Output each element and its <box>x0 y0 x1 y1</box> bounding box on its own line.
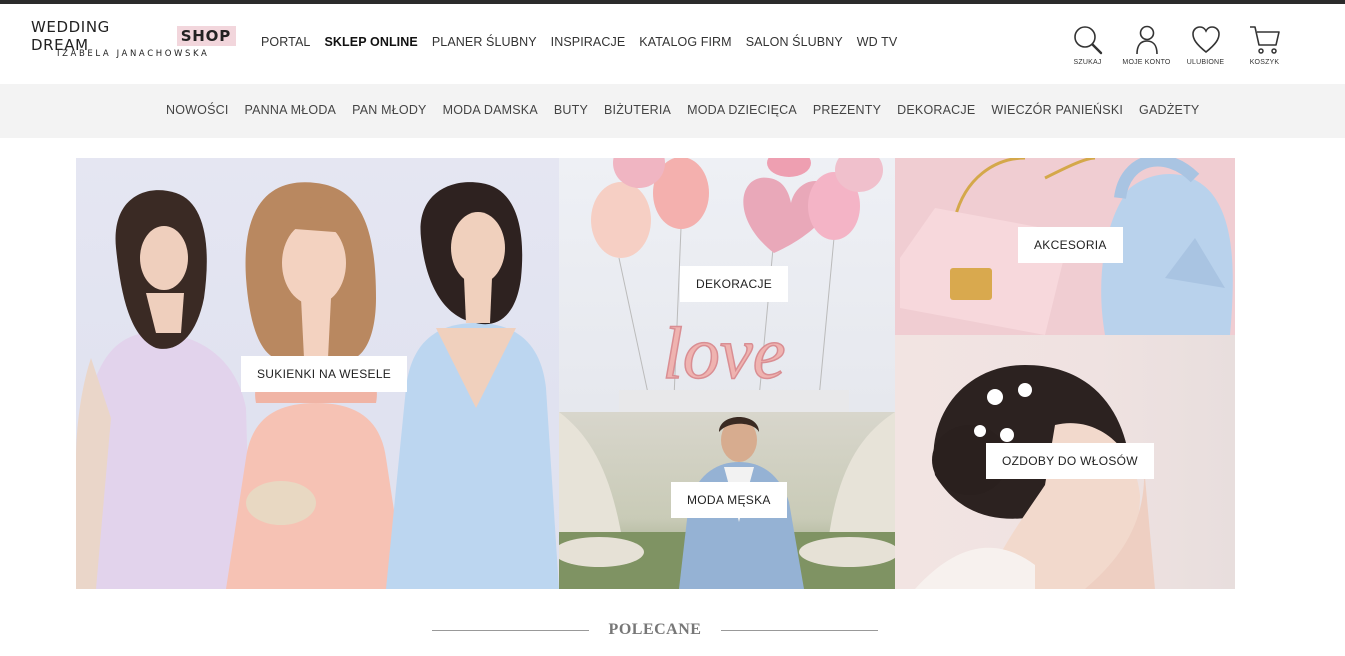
main-nav-katalog-firm[interactable]: KATALOG FIRM <box>639 35 731 49</box>
main-nav-wd-tv[interactable]: WD TV <box>857 35 898 49</box>
love-balloon-text: love <box>662 313 785 395</box>
main-nav-inspiracje[interactable]: INSPIRACJE <box>551 35 626 49</box>
category-wieczor-panienski[interactable]: WIECZÓR PANIEŃSKI <box>991 103 1123 117</box>
banner-ozdoby-label: OZDOBY DO WŁOSÓW <box>986 443 1154 479</box>
main-nav: PORTAL SKLEP ONLINE PLANER ŚLUBNY INSPIR… <box>261 35 911 49</box>
main-nav-portal[interactable]: PORTAL <box>261 35 310 49</box>
section-heading-polecane: POLECANE <box>432 620 878 640</box>
user-icon <box>1135 25 1158 55</box>
category-moda-dziecieca[interactable]: MODA DZIECIĘCA <box>687 103 797 117</box>
account-button[interactable]: MOJE KONTO <box>1119 24 1174 66</box>
banner-sukienki-label: SUKIENKI NA WESELE <box>241 356 408 392</box>
category-nowosci[interactable]: NOWOŚCI <box>166 103 229 117</box>
category-buty[interactable]: BUTY <box>554 103 588 117</box>
category-prezenty[interactable]: PREZENTY <box>813 103 881 117</box>
cart-icon <box>1249 26 1280 54</box>
banner-dekoracje-label: DEKORACJE <box>680 266 789 302</box>
cart-label: KOSZYK <box>1249 59 1280 66</box>
search-icon <box>1073 26 1102 55</box>
category-nav: NOWOŚCI PANNA MŁODA PAN MŁODY MODA DAMSK… <box>166 103 1215 117</box>
cart-button[interactable]: KOSZYK <box>1237 24 1292 66</box>
account-label: MOJE KONTO <box>1122 59 1171 66</box>
banner-akcesoria-label: AKCESORIA <box>1018 227 1123 263</box>
category-gadzety[interactable]: GADŻETY <box>1139 103 1199 117</box>
search-label: SZUKAJ <box>1073 59 1102 66</box>
category-bar: NOWOŚCI PANNA MŁODA PAN MŁODY MODA DAMSK… <box>0 84 1345 138</box>
site-logo[interactable]: WEDDING DREAM SHOP IZABELA JANACHOWSKA <box>31 18 236 65</box>
heart-icon <box>1191 26 1220 54</box>
logo-main-row: WEDDING DREAM SHOP <box>31 18 236 54</box>
site-header: WEDDING DREAM SHOP IZABELA JANACHOWSKA P… <box>0 4 1345 84</box>
main-nav-salon-slubny[interactable]: SALON ŚLUBNY <box>746 35 843 49</box>
banner-dekoracje[interactable]: love DEKORACJE <box>559 158 895 412</box>
logo-shop-badge: SHOP <box>176 26 236 46</box>
banner-moda-meska[interactable]: MODA MĘSKA <box>559 412 895 589</box>
heading-divider-right <box>721 629 878 631</box>
main-nav-planer-slubny[interactable]: PLANER ŚLUBNY <box>432 35 537 49</box>
heading-divider-left <box>432 629 589 631</box>
category-dekoracje[interactable]: DEKORACJE <box>897 103 975 117</box>
category-bizuteria[interactable]: BIŻUTERIA <box>604 103 671 117</box>
category-panna-mloda[interactable]: PANNA MŁODA <box>245 103 337 117</box>
search-button[interactable]: SZUKAJ <box>1060 24 1115 66</box>
banner-sukienki-na-wesele[interactable]: SUKIENKI NA WESELE <box>76 158 559 589</box>
logo-subtitle: IZABELA JANACHOWSKA <box>57 49 210 59</box>
banner-ozdoby-do-wlosow[interactable]: OZDOBY DO WŁOSÓW <box>895 335 1235 589</box>
category-moda-damska[interactable]: MODA DAMSKA <box>443 103 538 117</box>
header-icons: SZUKAJ MOJE KONTO ULUBIONE KOSZYK <box>1060 24 1296 66</box>
main-nav-sklep-online[interactable]: SKLEP ONLINE <box>324 35 417 49</box>
favorites-label: ULUBIONE <box>1186 59 1225 66</box>
favorites-button[interactable]: ULUBIONE <box>1178 24 1233 66</box>
section-title: POLECANE <box>608 621 702 638</box>
banner-moda-meska-label: MODA MĘSKA <box>671 482 787 518</box>
category-pan-mlody[interactable]: PAN MŁODY <box>352 103 427 117</box>
banner-akcesoria[interactable]: AKCESORIA <box>895 158 1235 335</box>
